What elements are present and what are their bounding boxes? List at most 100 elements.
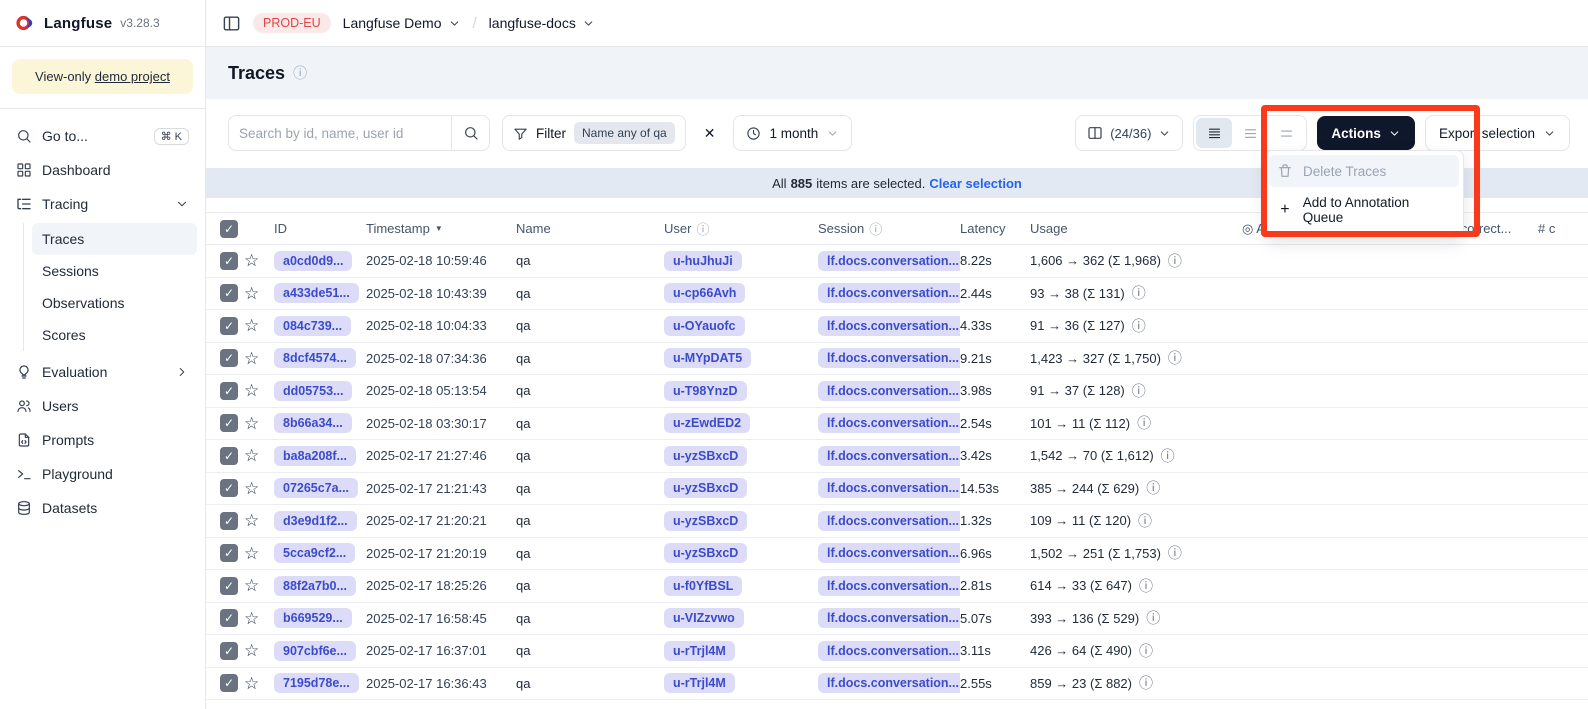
row-checkbox[interactable]: ✓: [220, 544, 238, 562]
user-badge[interactable]: u-OYauofc: [664, 316, 745, 336]
row-checkbox[interactable]: ✓: [220, 284, 238, 302]
trace-id-badge[interactable]: a0cd0d9...: [274, 251, 352, 271]
trace-id-badge[interactable]: 7195d78e...: [274, 673, 359, 693]
column-header-session[interactable]: Sessionⓘ: [818, 219, 960, 238]
trace-id-badge[interactable]: d3e9d1f2...: [274, 511, 357, 531]
demo-project-link[interactable]: demo project: [95, 69, 170, 84]
sidebar-toggle-icon[interactable]: [222, 14, 241, 33]
session-badge[interactable]: lf.docs.conversation...: [818, 348, 960, 368]
usage-info-icon[interactable]: ⓘ: [1146, 478, 1160, 498]
trace-id-badge[interactable]: b669529...: [274, 608, 352, 628]
sidebar-item-playground[interactable]: Playground: [8, 457, 197, 491]
column-header-usage[interactable]: Usage: [1030, 221, 1242, 236]
user-badge[interactable]: u-MYpDAT5: [664, 348, 751, 368]
filter-button[interactable]: Filter Name any of qa: [502, 115, 686, 151]
usage-info-icon[interactable]: ⓘ: [1139, 641, 1153, 661]
star-icon[interactable]: ☆: [244, 382, 274, 399]
trace-id-badge[interactable]: 07265c7a...: [274, 478, 358, 498]
star-icon[interactable]: ☆: [244, 512, 274, 529]
row-checkbox[interactable]: ✓: [220, 512, 238, 530]
sidebar-item-tracing[interactable]: Tracing: [8, 187, 197, 221]
row-checkbox[interactable]: ✓: [220, 382, 238, 400]
trace-id-badge[interactable]: 084c739...: [274, 316, 351, 336]
sidebar-item-users[interactable]: Users: [8, 389, 197, 423]
session-badge[interactable]: lf.docs.conversation...: [818, 576, 960, 596]
search-input[interactable]: [229, 126, 451, 141]
column-header-timestamp[interactable]: Timestamp▼: [366, 221, 516, 236]
project-selector[interactable]: langfuse-docs: [489, 15, 595, 31]
user-badge[interactable]: u-yzSBxcD: [664, 478, 747, 498]
user-badge[interactable]: u-yzSBxcD: [664, 446, 747, 466]
sidebar-item-evaluation[interactable]: Evaluation: [8, 355, 197, 389]
session-badge[interactable]: lf.docs.conversation...: [818, 543, 960, 563]
star-icon[interactable]: ☆: [244, 642, 274, 659]
user-badge[interactable]: u-zEwdED2: [664, 413, 750, 433]
actions-button[interactable]: Actions: [1317, 116, 1415, 150]
session-badge[interactable]: lf.docs.conversation...: [818, 316, 960, 336]
trace-id-badge[interactable]: 907cbf6e...: [274, 641, 356, 661]
sidebar-item-sessions[interactable]: Sessions: [32, 255, 197, 287]
row-checkbox[interactable]: ✓: [220, 674, 238, 692]
sidebar-item-goto[interactable]: Go to... ⌘ K: [8, 119, 197, 153]
user-badge[interactable]: u-huJhuJi: [664, 251, 742, 271]
row-checkbox[interactable]: ✓: [220, 349, 238, 367]
session-badge[interactable]: lf.docs.conversation...: [818, 511, 960, 531]
row-height-medium-button[interactable]: [1232, 118, 1268, 148]
select-all-checkbox[interactable]: ✓: [220, 220, 238, 238]
star-icon[interactable]: ☆: [244, 480, 274, 497]
session-badge[interactable]: lf.docs.conversation...: [818, 641, 960, 661]
row-checkbox[interactable]: ✓: [220, 577, 238, 595]
row-checkbox[interactable]: ✓: [220, 642, 238, 660]
usage-info-icon[interactable]: ⓘ: [1168, 348, 1182, 368]
user-badge[interactable]: u-yzSBxcD: [664, 511, 747, 531]
star-icon[interactable]: ☆: [244, 285, 274, 302]
row-height-small-button[interactable]: [1196, 118, 1232, 148]
usage-info-icon[interactable]: ⓘ: [1132, 316, 1146, 336]
time-range-button[interactable]: 1 month: [733, 115, 852, 151]
user-badge[interactable]: u-rTrjl4M: [664, 641, 735, 661]
session-badge[interactable]: lf.docs.conversation...: [818, 381, 960, 401]
star-icon[interactable]: ☆: [244, 675, 274, 692]
trace-id-badge[interactable]: 88f2a7b0...: [274, 576, 356, 596]
usage-info-icon[interactable]: ⓘ: [1132, 283, 1146, 303]
usage-info-icon[interactable]: ⓘ: [1161, 446, 1175, 466]
clear-selection-link[interactable]: Clear selection: [929, 176, 1022, 191]
session-badge[interactable]: lf.docs.conversation...: [818, 251, 960, 271]
row-checkbox[interactable]: ✓: [220, 414, 238, 432]
menu-item-delete-traces[interactable]: Delete Traces: [1269, 155, 1459, 187]
usage-info-icon[interactable]: ⓘ: [1168, 251, 1182, 271]
session-badge[interactable]: lf.docs.conversation...: [818, 283, 960, 303]
sidebar-item-dashboard[interactable]: Dashboard: [8, 153, 197, 187]
usage-info-icon[interactable]: ⓘ: [1132, 381, 1146, 401]
sidebar-item-datasets[interactable]: Datasets: [8, 491, 197, 525]
trace-id-badge[interactable]: 8b66a34...: [274, 413, 352, 433]
columns-button[interactable]: (24/36): [1075, 115, 1183, 151]
column-header-name[interactable]: Name: [516, 221, 664, 236]
session-badge[interactable]: lf.docs.conversation...: [818, 673, 960, 693]
star-icon[interactable]: ☆: [244, 577, 274, 594]
user-badge[interactable]: u-VIZzvwo: [664, 608, 744, 628]
usage-info-icon[interactable]: ⓘ: [1138, 511, 1152, 531]
session-badge[interactable]: lf.docs.conversation...: [818, 446, 960, 466]
usage-info-icon[interactable]: ⓘ: [1139, 673, 1153, 693]
sidebar-item-prompts[interactable]: Prompts: [8, 423, 197, 457]
user-badge[interactable]: u-cp66Avh: [664, 283, 745, 303]
sidebar-item-traces[interactable]: Traces: [32, 223, 197, 255]
search-icon[interactable]: [451, 115, 489, 151]
trace-id-badge[interactable]: ba8a208f...: [274, 446, 356, 466]
session-badge[interactable]: lf.docs.conversation...: [818, 478, 960, 498]
row-checkbox[interactable]: ✓: [220, 317, 238, 335]
session-badge[interactable]: lf.docs.conversation...: [818, 413, 960, 433]
session-badge[interactable]: lf.docs.conversation...: [818, 608, 960, 628]
clear-filter-icon[interactable]: ✕: [700, 121, 720, 146]
usage-info-icon[interactable]: ⓘ: [1146, 608, 1160, 628]
row-checkbox[interactable]: ✓: [220, 252, 238, 270]
usage-info-icon[interactable]: ⓘ: [1168, 543, 1182, 563]
star-icon[interactable]: ☆: [244, 447, 274, 464]
star-icon[interactable]: ☆: [244, 545, 274, 562]
row-checkbox[interactable]: ✓: [220, 479, 238, 497]
user-badge[interactable]: u-f0YfBSL: [664, 576, 742, 596]
menu-item-add-to-annotation-queue[interactable]: + Add to Annotation Queue: [1269, 187, 1459, 233]
usage-info-icon[interactable]: ⓘ: [1137, 413, 1151, 433]
column-header-user[interactable]: Userⓘ: [664, 219, 818, 238]
